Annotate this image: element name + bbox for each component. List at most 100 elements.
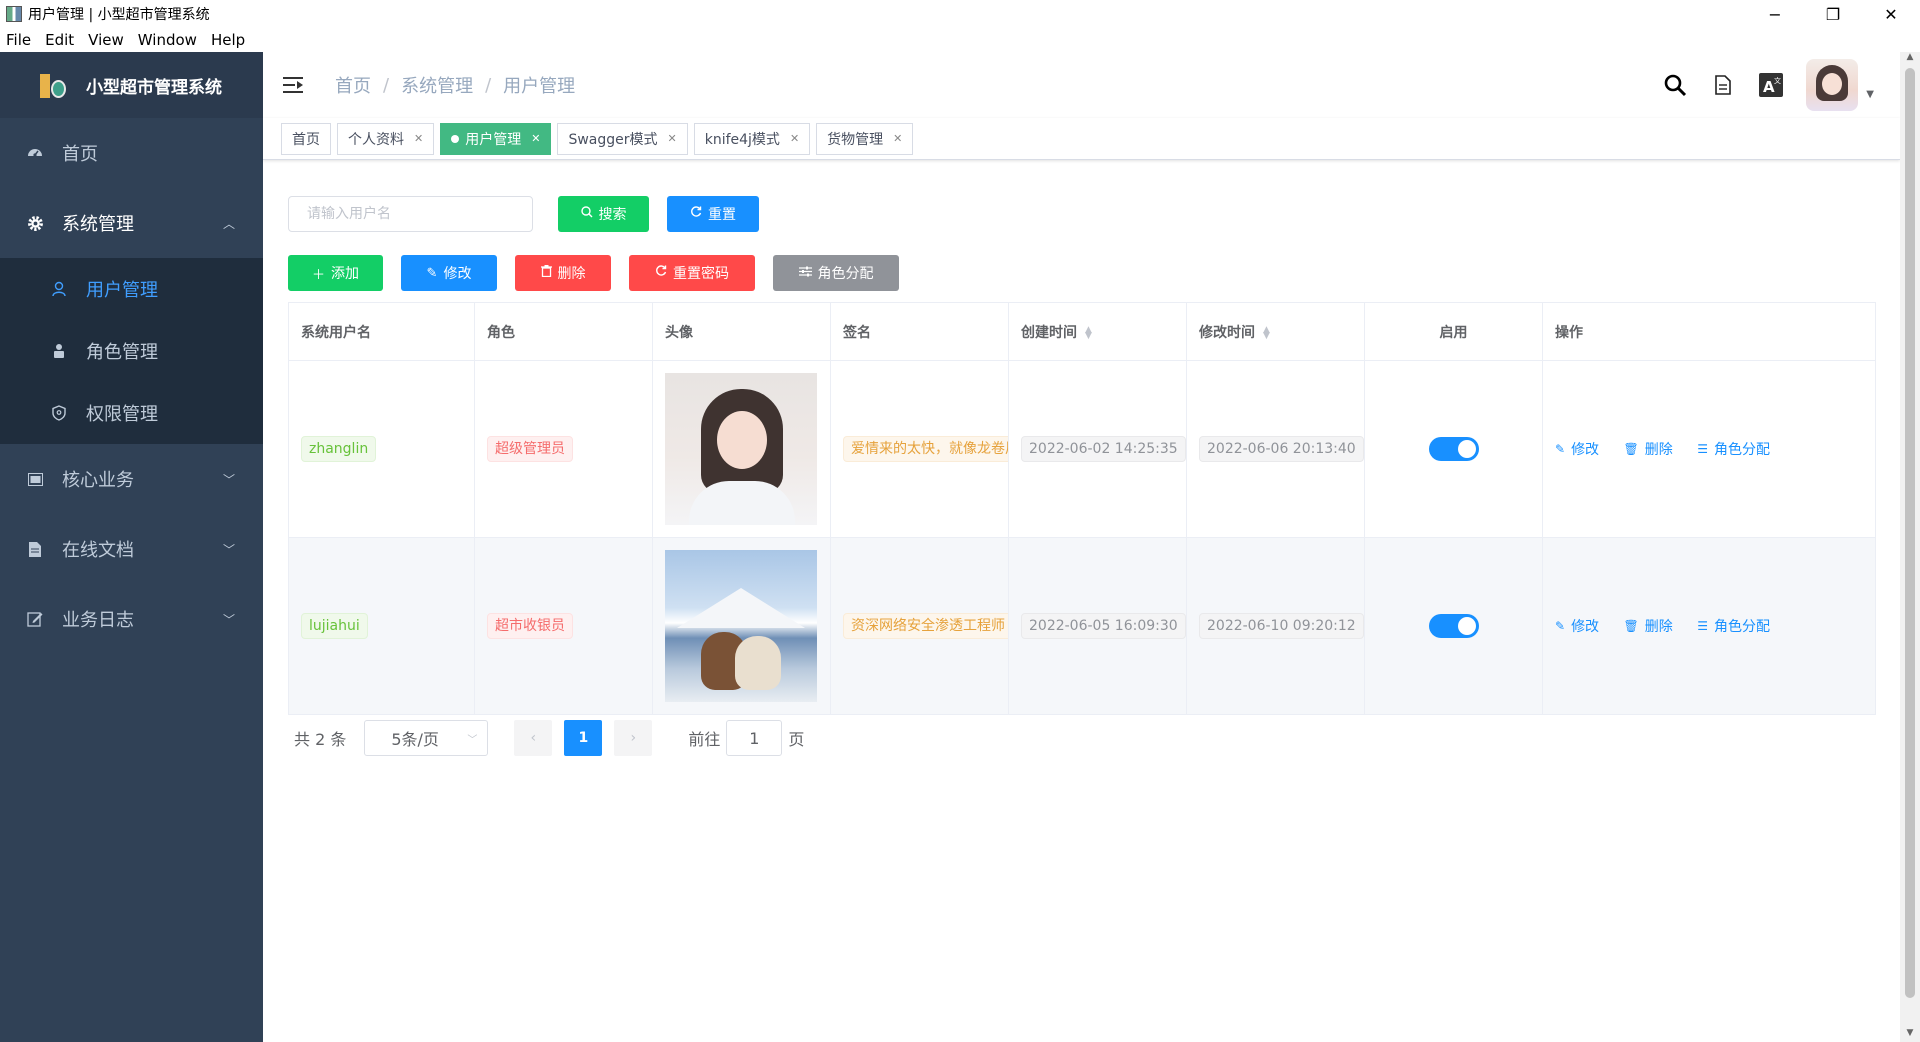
prev-page-button[interactable]: ‹	[514, 720, 553, 756]
scrollbar-thumb[interactable]	[1905, 68, 1915, 998]
gear-icon	[26, 214, 44, 232]
column-header-role: 角色	[474, 302, 653, 361]
row-assign-role-link[interactable]: ☰ 角色分配	[1697, 439, 1770, 459]
sidebar-item-user-management[interactable]: 用户管理	[0, 258, 263, 320]
enabled-switch[interactable]	[1428, 437, 1479, 461]
edit-button-label: 修改	[443, 266, 472, 282]
goto-prefix: 前往	[688, 730, 721, 749]
plus-icon: ＋	[311, 267, 325, 283]
breadcrumb-item-system[interactable]: 系统管理	[401, 72, 473, 98]
role-icon	[50, 342, 68, 360]
window-controls: − ❐ ✕	[1746, 0, 1920, 28]
sidebar-item-label: 核心业务	[62, 470, 134, 491]
edit-button[interactable]: ✎ 修改	[401, 255, 497, 291]
reset-password-button[interactable]: 重置密码	[629, 255, 755, 291]
enabled-switch[interactable]	[1428, 614, 1479, 638]
modified-time-tag: 2022-06-10 09:20:12	[1199, 613, 1364, 639]
reset-button[interactable]: 重置	[667, 196, 759, 232]
scroll-down-arrow-icon[interactable]: ▼	[1900, 1028, 1920, 1042]
row-delete-link[interactable]: 🗑 删除	[1624, 616, 1673, 636]
avatar[interactable]	[1806, 59, 1859, 111]
menu-view[interactable]: View	[88, 31, 124, 49]
row-delete-label: 删除	[1644, 619, 1673, 635]
close-button[interactable]: ✕	[1862, 0, 1920, 28]
user-icon	[50, 280, 68, 298]
close-icon[interactable]: ✕	[893, 132, 902, 145]
window-title: 用户管理 | 小型超市管理系统	[28, 7, 210, 23]
tag-goods-management[interactable]: 货物管理 ✕	[816, 122, 914, 155]
row-edit-link[interactable]: ✎ 修改	[1555, 616, 1599, 636]
sidebar-logo[interactable]: 小型超市管理系统	[0, 52, 263, 118]
sidebar-item-role-management[interactable]: 角色管理	[0, 320, 263, 382]
breadcrumb-item-home[interactable]: 首页	[335, 72, 371, 98]
user-avatar-image[interactable]	[665, 373, 817, 525]
sidebar-item-label: 在线文档	[62, 540, 134, 561]
sliders-icon	[798, 266, 812, 281]
tag-label: Swagger模式	[568, 131, 658, 148]
next-page-button[interactable]: ›	[614, 720, 653, 756]
page-size-select[interactable]: 5条/页 ﹀	[364, 720, 489, 756]
table-row[interactable]: zhanglin 超级管理员 爱情来的太快，就像龙卷风 2022-06-02 1…	[288, 360, 1876, 538]
vertical-scrollbar[interactable]: ▲ ▼	[1900, 52, 1920, 1042]
edit-icon: ✎	[1555, 442, 1566, 456]
page-number-current[interactable]: 1	[564, 720, 603, 756]
close-icon[interactable]: ✕	[531, 132, 540, 145]
translate-icon[interactable]: A文	[1758, 72, 1784, 98]
assign-role-button[interactable]: 角色分配	[773, 255, 899, 291]
delete-button[interactable]: 删除	[515, 255, 611, 291]
close-icon[interactable]: ✕	[790, 132, 799, 145]
tag-user-management[interactable]: 用户管理 ✕	[440, 122, 552, 155]
sidebar-item-online-docs[interactable]: 在线文档 ﹀	[0, 514, 263, 584]
row-edit-link[interactable]: ✎ 修改	[1555, 439, 1599, 459]
delete-button-label: 删除	[557, 266, 586, 282]
menu-file[interactable]: File	[6, 31, 31, 49]
caret-down-icon[interactable]: ▼	[1866, 89, 1874, 100]
table-header-row: 系统用户名 角色 头像 签名 创建时间 ▲ ▼ 修改时间 ▲ ▼ 启用 操作	[288, 302, 1876, 361]
scroll-up-arrow-icon[interactable]: ▲	[1900, 52, 1920, 66]
created-time-tag: 2022-06-05 16:09:30	[1021, 613, 1186, 639]
sort-icon[interactable]: ▲ ▼	[1085, 325, 1092, 340]
menu-help[interactable]: Help	[211, 31, 245, 49]
menubar: File Edit View Window Help	[0, 28, 1920, 52]
user-avatar-image[interactable]	[665, 550, 817, 702]
close-icon[interactable]: ✕	[414, 132, 423, 145]
add-button[interactable]: ＋ 添加	[288, 255, 383, 291]
chevron-up-icon: ︿	[222, 216, 235, 231]
sidebar-item-system[interactable]: 系统管理 ︿	[0, 188, 263, 258]
main-content: 搜索 重置 ＋ 添加 ✎ 修改 删除 重置密码	[263, 160, 1900, 1042]
tag-knife4j[interactable]: knife4j模式 ✕	[693, 122, 811, 155]
close-icon[interactable]: ✕	[668, 132, 677, 145]
modified-time-tag: 2022-06-06 20:13:40	[1199, 436, 1364, 462]
sort-icon[interactable]: ▲ ▼	[1263, 325, 1270, 340]
sidebar-item-core-business[interactable]: 核心业务 ﹀	[0, 444, 263, 514]
search-icon[interactable]	[1662, 72, 1688, 98]
menu-edit[interactable]: Edit	[45, 31, 74, 49]
hamburger-icon[interactable]	[283, 76, 305, 94]
search-button[interactable]: 搜索	[558, 196, 649, 232]
document-icon[interactable]	[1710, 72, 1736, 98]
row-delete-link[interactable]: 🗑 删除	[1624, 439, 1673, 459]
sidebar-item-home[interactable]: 首页	[0, 118, 263, 188]
tag-label: 用户管理	[465, 131, 522, 148]
minimize-button[interactable]: −	[1746, 0, 1804, 28]
goto-page-input[interactable]	[726, 720, 783, 756]
created-time-tag: 2022-06-02 14:25:35	[1021, 436, 1186, 462]
column-header-username: 系统用户名	[288, 302, 475, 361]
signature-tag: 爱情来的太快，就像龙卷风	[843, 436, 1008, 462]
tag-label: 货物管理	[827, 131, 884, 148]
sidebar-item-business-log[interactable]: 业务日志 ﹀	[0, 584, 263, 654]
toolbar: ＋ 添加 ✎ 修改 删除 重置密码 角色分配	[288, 255, 899, 291]
tag-home[interactable]: 首页	[281, 122, 331, 155]
sidebar-item-permission-management[interactable]: 权限管理	[0, 382, 263, 444]
column-header-created[interactable]: 创建时间 ▲ ▼	[1008, 302, 1187, 361]
row-assign-role-link[interactable]: ☰ 角色分配	[1697, 616, 1770, 636]
column-header-modified[interactable]: 修改时间 ▲ ▼	[1186, 302, 1365, 361]
maximize-button[interactable]: ❐	[1804, 0, 1862, 28]
menu-window[interactable]: Window	[138, 31, 197, 49]
tag-profile[interactable]: 个人资料 ✕	[337, 122, 435, 155]
column-header-label: 创建时间	[1021, 324, 1077, 341]
column-header-actions: 操作	[1542, 302, 1876, 361]
table-row[interactable]: lujiahui 超市收银员 资深网络安全渗透工程师 2022-06-05 16…	[288, 537, 1876, 715]
tag-swagger[interactable]: Swagger模式 ✕	[557, 122, 688, 155]
username-search-input[interactable]	[288, 196, 533, 232]
